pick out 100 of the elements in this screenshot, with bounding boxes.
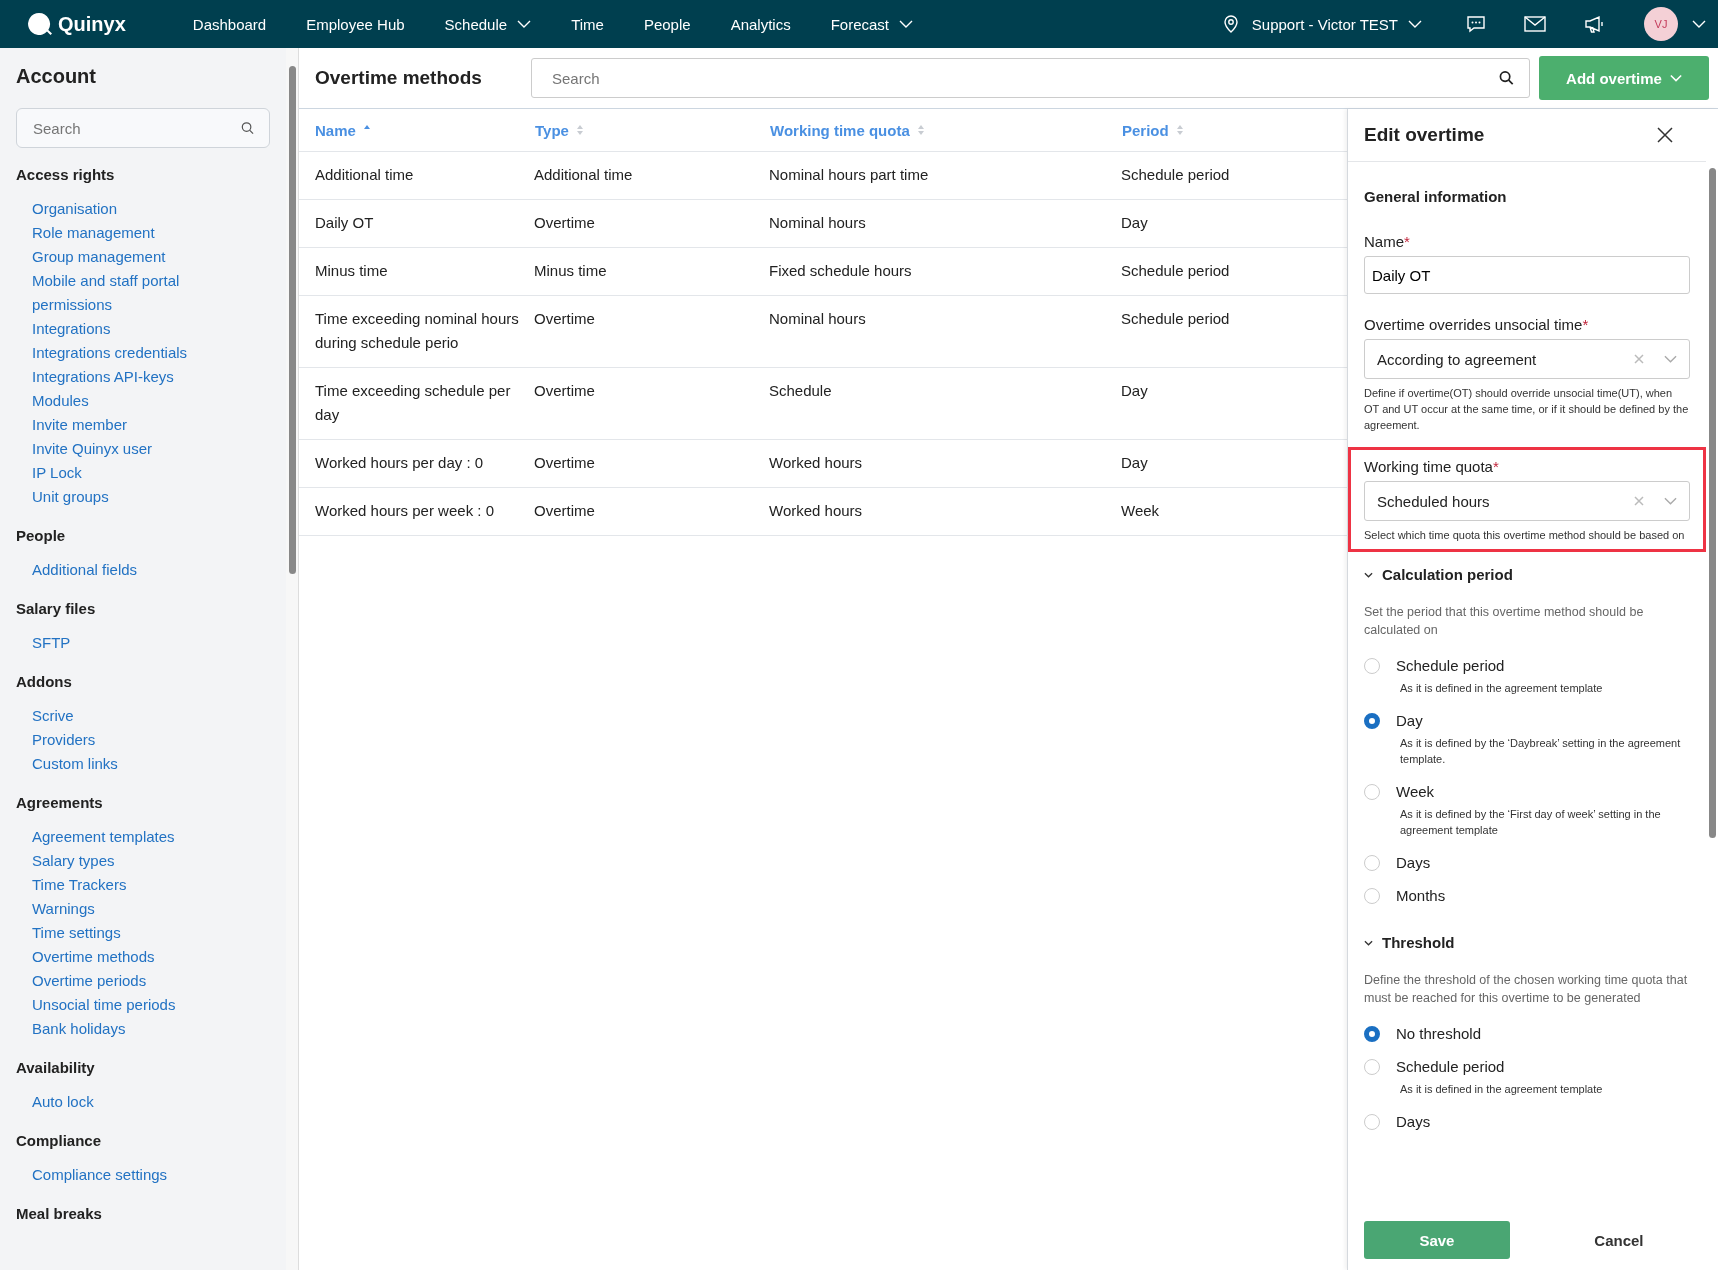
section-heading[interactable]: Calculation period [1382, 566, 1513, 583]
table-cell-text: Additional time [315, 165, 415, 185]
field-label: Working time quota* [1364, 458, 1500, 475]
sidebar-link[interactable]: Warnings [32, 897, 207, 921]
nav-link[interactable]: Dashboard [172, 15, 287, 33]
table-cell-text: Nominal hours part time [769, 165, 930, 185]
table-cell-text: Worked hours per day : 0 [315, 453, 485, 473]
sidebar-link[interactable]: Agreement templates [32, 825, 207, 849]
close-icon[interactable] [1656, 126, 1674, 144]
sidebar-link[interactable]: Integrations [32, 317, 207, 341]
sidebar-title: Account [16, 65, 97, 88]
save-button[interactable]: Save [1364, 1221, 1510, 1259]
radio-label[interactable]: Days [1396, 854, 1431, 871]
sidebar-link[interactable]: Unsocial time periods [32, 993, 207, 1017]
sidebar-link[interactable]: Role management [32, 221, 207, 245]
megaphone-icon[interactable] [1584, 15, 1606, 33]
radio-button[interactable] [1364, 1025, 1380, 1042]
search-field[interactable]: Search [531, 58, 1530, 98]
column-header[interactable]: Working time quota [770, 121, 924, 139]
table-cell-text: Overtime [534, 213, 596, 233]
sidebar-link[interactable]: Scrive [32, 704, 207, 728]
radio-label[interactable]: Day [1396, 712, 1423, 729]
section-heading: Availability [16, 1059, 96, 1076]
required-mark: * [1582, 316, 1589, 333]
sidebar-link[interactable]: Overtime methods [32, 945, 207, 969]
option-hint: As it is defined in the agreement template [1400, 1082, 1604, 1097]
sidebar-link[interactable]: SFTP [32, 631, 207, 655]
sidebar-link[interactable]: Invite member [32, 413, 207, 437]
nav-link[interactable]: Employee Hub [286, 15, 425, 33]
radio-label[interactable]: Schedule period [1396, 657, 1505, 674]
nav-link[interactable]: Time [551, 15, 624, 33]
clear-icon[interactable] [1634, 496, 1644, 506]
sidebar-link[interactable]: Group management [32, 245, 207, 269]
radio-label[interactable]: Schedule period [1396, 1058, 1505, 1075]
sidebar-link[interactable]: Custom links [32, 752, 207, 776]
sidebar-link[interactable]: Organisation [32, 197, 207, 221]
table-cell-text: Time exceeding nominal hours during schedule perio [315, 309, 520, 353]
table-cell-text: Schedule [769, 381, 833, 401]
sidebar-link[interactable]: Invite Quinyx user [32, 437, 207, 461]
chat-icon[interactable] [1466, 15, 1486, 33]
sidebar-link[interactable]: Additional fields [32, 558, 207, 582]
section-description: Set the period that this overtime method should be calculated on [1364, 604, 1645, 639]
chevron-down-icon [517, 20, 532, 28]
dropdown-select[interactable]: Scheduled hours [1364, 481, 1690, 521]
column-header[interactable]: Period [1122, 121, 1183, 139]
column-header[interactable]: Name [315, 121, 370, 139]
nav-link[interactable]: Schedule [424, 15, 552, 33]
dropdown-select[interactable]: According to agreement [1364, 339, 1690, 379]
user-avatar[interactable]: VJ [1644, 7, 1678, 41]
logo-icon [26, 11, 52, 37]
sidebar-link[interactable]: Salary types [32, 849, 207, 873]
nav-link[interactable]: People [623, 15, 711, 33]
table-cell-text: Worked hours per week : 0 [315, 501, 495, 521]
name-input[interactable]: Daily OT [1364, 256, 1690, 294]
nav-link[interactable]: Analytics [710, 15, 811, 33]
section-heading: Compliance [16, 1132, 103, 1149]
sidebar-link[interactable]: Time Trackers [32, 873, 207, 897]
sidebar-link[interactable]: Compliance settings [32, 1163, 207, 1187]
sidebar-link[interactable]: Time settings [32, 921, 207, 945]
table-cell-text: Overtime [534, 309, 596, 329]
add-overtime-button[interactable]: Add overtime [1539, 56, 1709, 100]
section-heading: People [16, 527, 67, 544]
field-label: Name* [1364, 233, 1411, 250]
table-cell-text: Worked hours [769, 453, 864, 473]
sidebar-link[interactable]: Auto lock [32, 1090, 207, 1114]
mail-icon[interactable] [1524, 16, 1546, 32]
radio-label[interactable]: No threshold [1396, 1025, 1482, 1042]
sidebar-link[interactable]: Overtime periods [32, 969, 207, 993]
brand-name[interactable]: Quinyx [58, 12, 126, 36]
nav-link[interactable]: Forecast [810, 15, 934, 33]
table-cell-text: Nominal hours [769, 213, 867, 233]
clear-icon[interactable] [1634, 354, 1644, 364]
sidebar-link[interactable]: Providers [32, 728, 207, 752]
cancel-button[interactable]: Cancel [1547, 1221, 1690, 1259]
option-hint: As it is defined in the agreement template [1400, 681, 1604, 696]
sidebar-link[interactable]: IP Lock [32, 461, 207, 485]
chevron-down-icon [1664, 355, 1677, 363]
location-selector[interactable]: Support - Victor TEST [1251, 15, 1422, 33]
table-cell-text: Additional time [534, 165, 634, 185]
radio-label[interactable]: Week [1396, 783, 1435, 800]
sidebar-link[interactable]: Modules [32, 389, 207, 413]
sidebar-link[interactable]: Integrations credentials [32, 341, 207, 365]
sidebar-link[interactable]: Bank holidays [32, 1017, 207, 1041]
radio-label[interactable]: Months [1396, 887, 1446, 904]
search-icon [241, 121, 254, 135]
radio-label[interactable]: Days [1396, 1113, 1431, 1130]
sidebar-link[interactable]: Unit groups [32, 485, 207, 509]
sidebar-link[interactable]: Mobile and staff portal permissions [32, 269, 207, 317]
column-header[interactable]: Type [535, 121, 583, 139]
chevron-icon[interactable] [1364, 571, 1373, 578]
section-heading: Salary files [16, 600, 97, 617]
table-cell-text: Nominal hours [769, 309, 867, 329]
section-heading[interactable]: Threshold [1382, 934, 1455, 951]
search-field[interactable]: Search [16, 108, 270, 148]
radio-button[interactable] [1364, 712, 1380, 729]
scrollbar[interactable] [286, 48, 298, 1270]
sidebar-link[interactable]: Integrations API-keys [32, 365, 207, 389]
chevron-icon[interactable] [1364, 939, 1373, 946]
section-heading: General information [1364, 188, 1508, 205]
page-title: Overtime methods [315, 67, 483, 89]
